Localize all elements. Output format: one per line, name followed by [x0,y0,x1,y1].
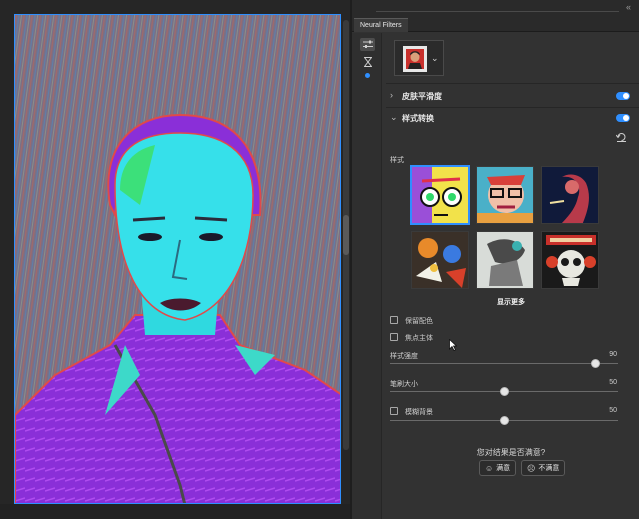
panel-divider [376,11,619,12]
collapse-panel-icon[interactable]: « [626,2,631,12]
reset-icon[interactable] [615,133,627,145]
panel-header-bar: « [352,0,639,16]
panel-content: ⌄ › 皮肤平滑度 ⌄ 样式转换 样式 显示更多 保留配色 焦点主体 样式强度 … [383,33,639,519]
scrollbar-thumb[interactable] [343,215,349,255]
slider-handle[interactable] [591,359,601,368]
chevron-right-icon[interactable]: › [390,90,393,100]
checkbox-label: 焦点主体 [405,335,433,342]
toggle-knob [623,115,629,121]
panel-tool-column [352,33,382,519]
blur-background-slider[interactable] [390,416,618,425]
slider-value: 50 [609,379,617,386]
checkbox-label: 模糊背景 [405,409,433,416]
toggle-knob [623,93,629,99]
style-label: 样式 [390,157,404,164]
smile-icon: ☺ [485,463,494,473]
slider-label: 笔刷大小 [390,381,418,388]
hourglass-icon[interactable] [360,55,375,68]
style-transfer-toggle[interactable] [616,114,630,122]
blur-background-checkbox[interactable] [390,407,398,415]
style-thumb-abstract-collage[interactable] [411,231,469,289]
style-thumb-skull-tattoo[interactable] [541,231,599,289]
frown-icon: ☹ [527,463,536,473]
filter-title: 皮肤平滑度 [402,92,442,101]
preserve-color-checkbox[interactable] [390,316,398,324]
layer-preview-selector[interactable]: ⌄ [394,40,444,76]
style-thumb-pop-art-face[interactable] [410,165,470,225]
sliders-icon[interactable] [360,38,375,51]
mouse-cursor-icon [449,339,457,351]
status-strip [0,504,350,519]
chevron-down-icon[interactable]: ⌄ [390,112,398,123]
satisfied-button[interactable]: ☺ 满意 [479,460,517,476]
tab-neural-filters[interactable]: Neural Filters [354,18,408,32]
chevron-down-icon[interactable]: ⌄ [431,53,439,64]
filter-title: 样式转换 [402,114,434,123]
canvas-scrollbar[interactable] [343,20,349,450]
satisfied-label: 满意 [496,465,511,472]
style-thumb-night-smoker[interactable] [541,166,599,224]
divider [386,83,639,84]
filter-row-skin-smoothing[interactable]: › 皮肤平滑度 [386,86,639,106]
active-indicator-dot [365,73,370,78]
not-satisfied-label: 不满意 [538,465,560,472]
slider-handle[interactable] [500,416,509,425]
filter-row-style-transfer[interactable]: ⌄ 样式转换 [386,108,639,128]
style-strength-slider[interactable] [390,359,618,368]
layer-thumbnail [403,46,427,72]
slider-handle[interactable] [500,387,509,396]
checkbox-label: 保留配色 [405,318,433,325]
focus-subject-checkbox[interactable] [390,333,398,341]
feedback-question: 您对结果是否满意? [476,448,546,457]
style-thumb-cubist-portrait[interactable] [476,166,534,224]
document-area [0,0,350,519]
slider-value: 50 [609,407,617,414]
skin-smoothing-toggle[interactable] [616,92,630,100]
style-thumb-ink-sketch[interactable] [476,231,534,289]
brush-size-slider[interactable] [390,387,618,396]
image-canvas[interactable] [14,14,341,504]
stylized-portrait-image [15,15,340,503]
slider-label: 样式强度 [390,353,418,360]
style-thumbnail-grid [410,165,601,290]
show-more-link[interactable]: 显示更多 [383,297,639,307]
panel-tabbar: Neural Filters [352,16,639,32]
slider-value: 90 [609,351,617,358]
neural-filters-panel: « Neural Filters ⌄ › 皮肤平滑度 ⌄ 样式转换 样式 显示更… [352,0,639,519]
not-satisfied-button[interactable]: ☹ 不满意 [521,460,566,476]
